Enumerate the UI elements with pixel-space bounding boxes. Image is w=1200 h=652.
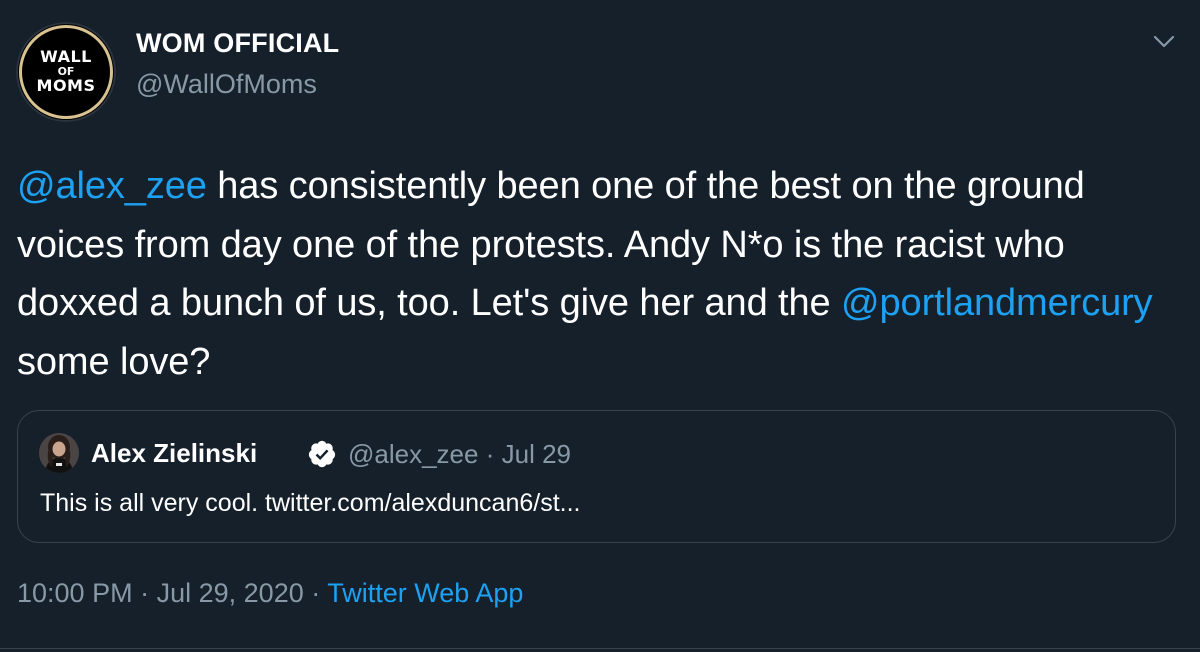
avatar-logo: WALL OF MOMS: [37, 49, 96, 94]
footer-separator-1: ·: [140, 578, 150, 608]
chevron-down-icon[interactable]: [1150, 28, 1178, 56]
tweet-date[interactable]: Jul 29, 2020: [157, 578, 304, 608]
tweet-footer: 10:00 PM · Jul 29, 2020 · Twitter Web Ap…: [17, 578, 523, 609]
tweet-text-part2: some love?: [17, 340, 211, 383]
mention-alex-zee[interactable]: @alex_zee: [17, 165, 207, 207]
quoted-author-handle: @alex_zee: [348, 439, 479, 469]
avatar-logo-line3: MOMS: [36, 75, 96, 95]
footer-separator-2: ·: [311, 578, 321, 608]
quoted-tweet-text: This is all very cool. twitter.com/alexd…: [40, 489, 581, 517]
tweet-text: @alex_zee has consistently been one of t…: [17, 157, 1177, 391]
verified-badge-icon: [307, 439, 337, 469]
tweet-source-app-link[interactable]: Twitter Web App: [327, 578, 523, 608]
tweet-time[interactable]: 10:00 PM: [17, 578, 133, 608]
author-handle[interactable]: @WallOfMoms: [136, 69, 317, 100]
author-avatar[interactable]: WALL OF MOMS: [16, 22, 116, 122]
quoted-author-avatar[interactable]: [39, 433, 79, 473]
author-display-name[interactable]: WOM OFFICIAL: [136, 28, 339, 59]
quoted-tweet[interactable]: Alex Zielinski @alex_zee · Jul 29 This i…: [17, 410, 1176, 543]
quoted-meta-separator: ·: [485, 439, 495, 469]
divider: [0, 648, 1200, 649]
avatar-logo-line1: WALL: [40, 47, 92, 67]
tweet: WALL OF MOMS WOM OFFICIAL @WallOfMoms @a…: [0, 0, 1200, 652]
quoted-author-name: Alex Zielinski: [91, 438, 258, 468]
quoted-tweet-date[interactable]: Jul 29: [502, 439, 571, 469]
mention-portlandmercury[interactable]: @portlandmercury: [841, 282, 1153, 324]
quoted-tweet-meta: @alex_zee · Jul 29: [348, 439, 571, 470]
